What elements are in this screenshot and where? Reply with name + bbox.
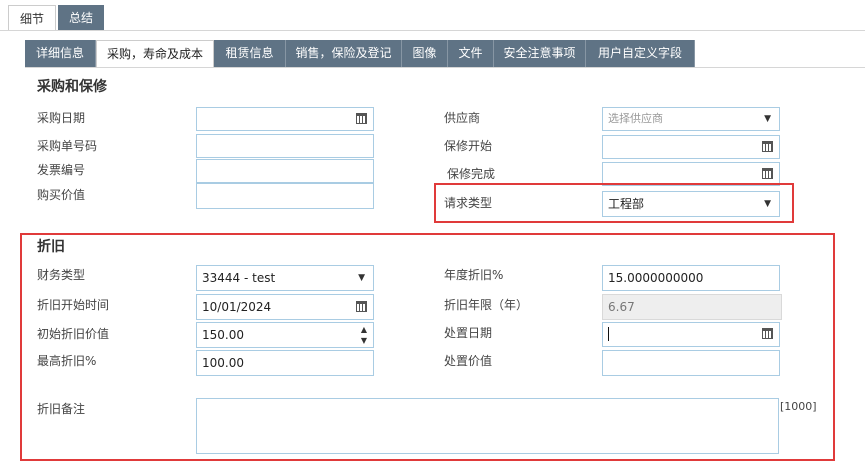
finance-type-label: 财务类型 [37,268,86,282]
spinner-up-icon[interactable]: ▲ [361,325,367,335]
supplier-label: 供应商 [444,111,481,125]
tab-label: 图像 [412,46,437,60]
section-title-depreciation: 折旧 [37,239,65,255]
warranty-start-label: 保修开始 [444,139,493,153]
tab-label: 采购，寿命及成本 [106,47,203,61]
finance-type-select[interactable]: 33444 - test ▼ [196,265,374,291]
select-value: 33444 - test [202,271,276,285]
supplier-select[interactable]: 选择供应商 ▼ [602,107,780,131]
field-value: 15.0000000000 [608,271,704,285]
field-value: 6.67 [608,300,635,314]
depreciation-notes-label: 折旧备注 [37,402,86,416]
purchase-date-field[interactable] [196,107,374,131]
tab-label: 安全注意事项 [503,46,576,60]
po-number-label: 采购单号码 [37,139,98,153]
invoice-number-field[interactable] [196,159,374,183]
disposal-value-label: 处置价值 [444,354,493,368]
tab-files[interactable]: 文件 [448,40,494,67]
tab-sales-insurance[interactable]: 销售，保险及登记 [286,40,402,67]
text-cursor [608,327,609,341]
depreciation-start-label: 折旧开始时间 [37,298,110,312]
chevron-down-icon: ▼ [764,114,771,124]
tab-label: 细节 [19,12,44,26]
field-value: 10/01/2024 [202,300,272,314]
disposal-value-field[interactable] [602,350,780,376]
annual-percent-field[interactable]: 15.0000000000 [602,265,780,291]
po-number-field[interactable] [196,134,374,158]
calendar-icon[interactable] [356,113,367,124]
tab-summary[interactable]: 总结 [58,5,104,31]
purchase-value-field[interactable] [196,183,374,209]
char-limit-label: [1000] [780,400,817,413]
purchase-date-label: 采购日期 [37,111,86,125]
annual-percent-label: 年度折旧% [444,268,504,282]
tab-lease-info[interactable]: 租赁信息 [214,40,286,67]
disposal-date-field[interactable] [602,322,780,347]
depreciation-start-field[interactable]: 10/01/2024 [196,294,374,320]
tab-details[interactable]: 细节 [8,5,56,31]
depreciation-years-label: 折旧年限（年） [444,298,529,312]
max-percent-label: 最高折旧% [37,354,97,368]
calendar-icon[interactable] [762,141,773,152]
calendar-icon[interactable] [356,301,367,312]
inner-tab-divider [25,67,865,68]
tab-label: 文件 [458,46,483,60]
section-title-purchase: 采购和保修 [37,79,107,95]
depreciation-years-field: 6.67 [602,294,782,320]
tab-label: 用户自定义字段 [597,46,682,60]
calendar-icon[interactable] [762,328,773,339]
tab-label: 总结 [68,11,93,25]
tab-label: 租赁信息 [225,46,274,60]
max-percent-field[interactable]: 100.00 [196,350,374,376]
chevron-down-icon: ▼ [764,199,771,209]
tab-label: 详细信息 [35,46,84,60]
warranty-end-label: 保修完成 [447,167,496,181]
field-value: 150.00 [202,328,244,342]
tab-images[interactable]: 图像 [402,40,448,67]
spinner-down-icon[interactable]: ▼ [361,336,367,346]
initial-value-label: 初始折旧价值 [37,327,110,341]
invoice-number-label: 发票编号 [37,163,86,177]
depreciation-notes-textarea[interactable] [196,398,779,454]
initial-value-stepper[interactable]: 150.00 ▲ ▼ [196,322,374,348]
request-type-label: 请求类型 [444,196,493,210]
chevron-down-icon: ▼ [358,273,365,283]
disposal-date-label: 处置日期 [444,326,493,340]
tab-detail-info[interactable]: 详细信息 [25,40,96,67]
tab-user-defined-fields[interactable]: 用户自定义字段 [586,40,695,67]
field-value: 100.00 [202,356,244,370]
tab-purchase-life-cost[interactable]: 采购，寿命及成本 [96,40,214,67]
outer-tab-divider [0,30,865,31]
calendar-icon[interactable] [762,168,773,179]
purchase-value-label: 购买价值 [37,188,86,202]
select-value: 工程部 [608,197,645,211]
warranty-start-field[interactable] [602,135,780,159]
tab-safety-notes[interactable]: 安全注意事项 [494,40,586,67]
request-type-select[interactable]: 工程部 ▼ [602,191,780,217]
select-placeholder: 选择供应商 [608,112,663,125]
tab-label: 销售，保险及登记 [295,46,392,60]
